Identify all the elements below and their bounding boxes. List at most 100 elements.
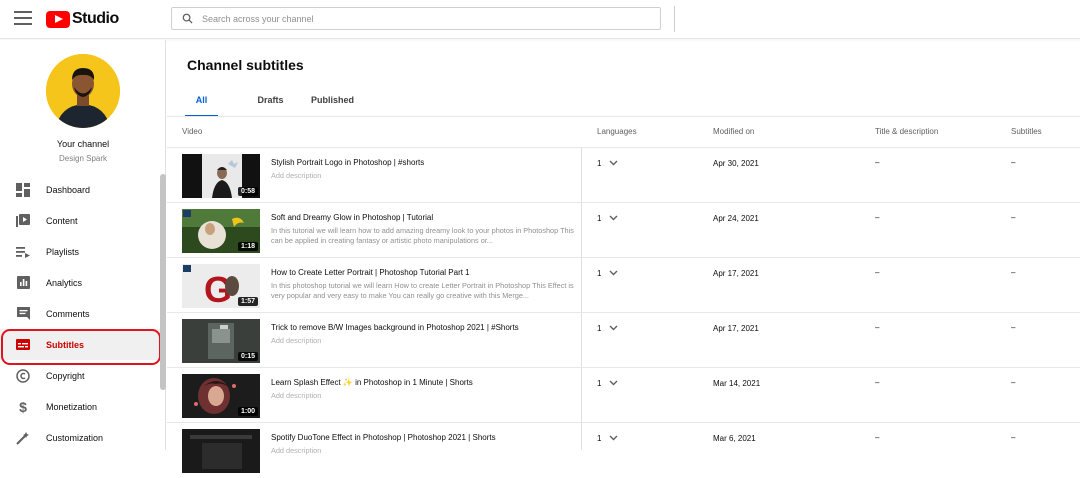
channel-avatar[interactable] [46,54,120,128]
table-row[interactable]: G 1:57 How to Create Letter Portrait | P… [167,258,1080,313]
tab-published[interactable]: Published [311,92,354,117]
video-title[interactable]: Trick to remove B/W Images background in… [271,323,519,332]
sidebar: Your channel Design Spark Dashboard Cont… [0,40,166,450]
chevron-down-icon [609,269,618,278]
main-content: Channel subtitles All Drafts Published V… [167,40,1080,473]
sidebar-item-label: Copyright [46,370,85,381]
subtitles-status: – [1011,323,1016,332]
tab-all[interactable]: All [185,92,218,117]
modified-date: Mar 6, 2021 [713,434,756,443]
sidebar-item-subtitles[interactable]: Subtitles [0,329,166,360]
video-thumbnail[interactable]: 1:18 [182,209,260,253]
video-thumbnail[interactable]: 0:58 [182,154,260,198]
chevron-down-icon [609,324,618,333]
table-header: Video Languages Modified on Title & desc… [167,125,1080,147]
languages-dropdown[interactable]: 1 [597,434,618,443]
modified-date: Apr 17, 2021 [713,269,759,278]
video-description: In this tutorial we will learn how to ad… [271,226,574,245]
column-header-languages: Languages [597,127,637,136]
table-row[interactable]: 0:58 Stylish Portrait Logo in Photoshop … [167,148,1080,203]
sidebar-item-content[interactable]: Content [0,205,166,236]
playlists-icon [15,244,31,260]
video-title[interactable]: Soft and Dreamy Glow in Photoshop | Tuto… [271,213,433,222]
video-duration: 1:57 [237,297,258,306]
content-icon [15,213,31,229]
search-icon[interactable] [172,13,202,24]
studio-logo[interactable]: Studio [46,10,119,28]
table-row[interactable]: Spotify DuoTone Effect in Photoshop | Ph… [167,423,1080,478]
sidebar-item-label: Analytics [46,277,83,288]
tab-drafts[interactable]: Drafts [246,92,295,117]
sidebar-item-comments[interactable]: Comments [0,298,166,329]
video-title[interactable]: Learn Splash Effect ✨ in Photoshop in 1 … [271,378,473,387]
video-duration: 1:18 [237,242,258,251]
video-thumbnail[interactable] [182,429,260,473]
analytics-icon [15,275,31,291]
top-bar: Studio [0,0,1080,39]
title-description-status: – [875,323,880,332]
video-title[interactable]: Spotify DuoTone Effect in Photoshop | Ph… [271,433,496,442]
video-title[interactable]: Stylish Portrait Logo in Photoshop | #sh… [271,158,424,167]
table-row[interactable]: 1:18 Soft and Dreamy Glow in Photoshop |… [167,203,1080,258]
languages-count: 1 [597,214,602,223]
page-title: Channel subtitles [187,57,304,73]
divider [167,116,1080,117]
chevron-down-icon [609,434,618,443]
chevron-down-icon [609,159,618,168]
tab-bar: All Drafts Published [185,92,354,117]
languages-count: 1 [597,434,602,443]
video-thumbnail[interactable]: G 1:57 [182,264,260,308]
title-description-status: – [875,158,880,167]
languages-dropdown[interactable]: 1 [597,269,618,278]
dashboard-icon [15,182,31,198]
channel-handle: Design Spark [58,154,108,163]
sidebar-item-customization[interactable]: Customization [0,422,166,453]
sidebar-item-label: Content [46,215,78,226]
table-row[interactable]: 1:00 Learn Splash Effect ✨ in Photoshop … [167,368,1080,423]
column-header-video: Video [182,127,203,136]
video-description: Add description [271,336,322,345]
video-description: Add description [271,171,322,180]
video-title[interactable]: How to Create Letter Portrait | Photosho… [271,268,470,277]
languages-dropdown[interactable]: 1 [597,159,618,168]
languages-count: 1 [597,269,602,278]
sidebar-item-copyright[interactable]: Copyright [0,360,166,391]
sidebar-item-monetization[interactable]: $ Monetization [0,391,166,422]
modified-date: Apr 30, 2021 [713,159,759,168]
hamburger-menu-icon[interactable] [14,11,32,27]
languages-count: 1 [597,324,602,333]
monetization-icon: $ [15,399,31,415]
languages-dropdown[interactable]: 1 [597,214,618,223]
sidebar-item-label: Comments [46,308,90,319]
subtitles-icon [15,337,31,353]
sidebar-item-analytics[interactable]: Analytics [0,267,166,298]
search-input[interactable] [202,13,632,24]
svg-text:$: $ [19,400,27,414]
title-description-status: – [875,268,880,277]
video-description: Add description [271,446,322,455]
sidebar-item-playlists[interactable]: Playlists [0,236,166,267]
subtitles-status: – [1011,433,1016,442]
languages-count: 1 [597,159,602,168]
languages-dropdown[interactable]: 1 [597,379,618,388]
video-thumbnail[interactable]: 1:00 [182,374,260,418]
search-bar[interactable] [171,7,661,30]
video-thumbnail[interactable]: 0:15 [182,319,260,363]
table-row[interactable]: 0:15 Trick to remove B/W Images backgrou… [167,313,1080,368]
video-duration: 1:00 [237,407,258,416]
sidebar-item-label: Dashboard [46,184,91,195]
languages-dropdown[interactable]: 1 [597,324,618,333]
sidebar-item-label: Playlists [46,246,80,257]
sidebar-item-label: Customization [46,432,104,443]
copyright-icon [15,368,31,384]
sidebar-item-dashboard[interactable]: Dashboard [0,174,166,205]
modified-date: Mar 14, 2021 [713,379,761,388]
youtube-play-icon [46,10,70,28]
sidebar-scrollbar[interactable] [160,174,166,390]
logo-text: Studio [72,10,119,27]
divider [674,6,675,32]
column-header-modified: Modified on [713,127,755,136]
comments-icon [15,306,31,322]
video-duration: 0:58 [237,187,258,196]
video-description: Add description [271,391,322,400]
